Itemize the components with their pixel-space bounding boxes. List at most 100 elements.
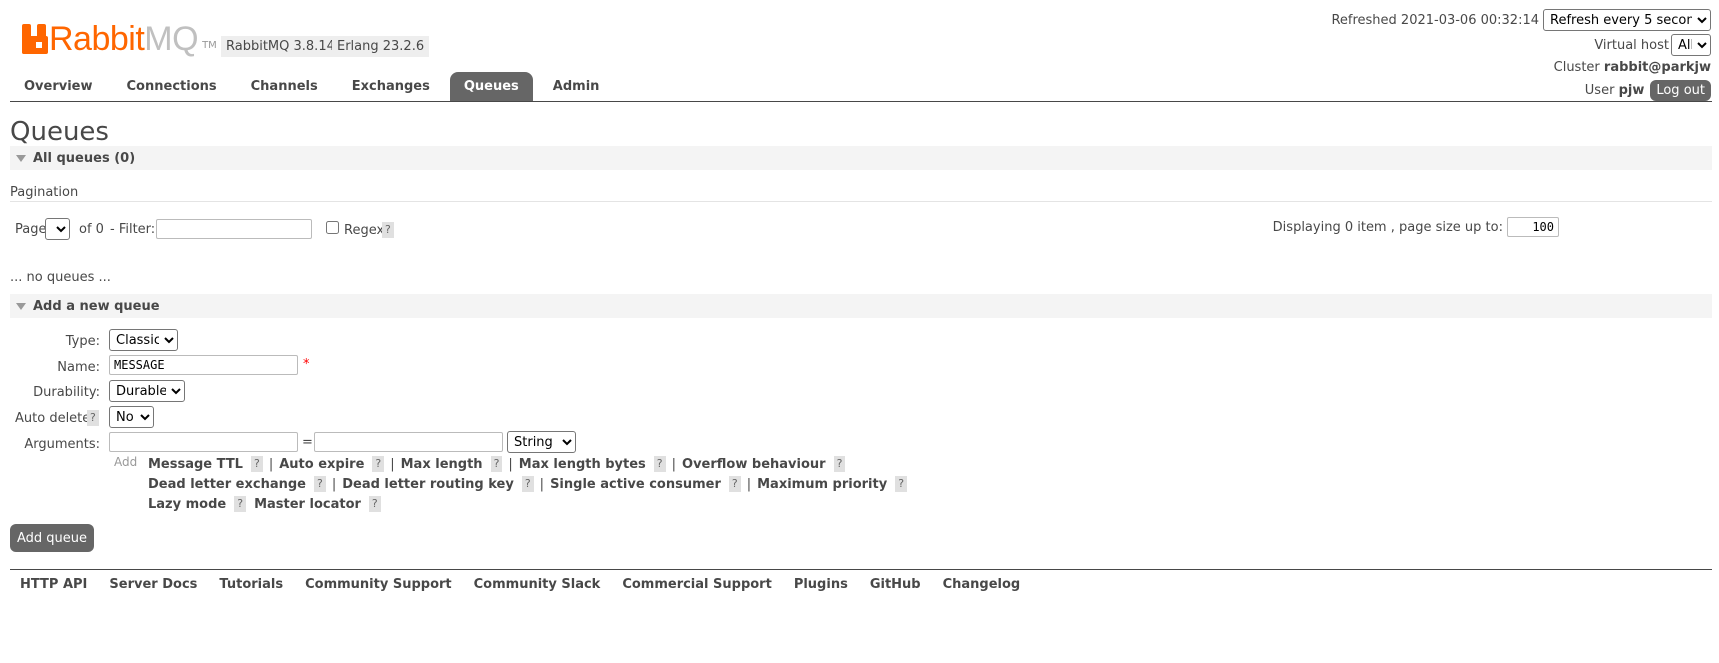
page-title: Queues — [10, 117, 109, 147]
max-length-help-icon[interactable]: ? — [490, 456, 503, 472]
separator: | — [331, 476, 337, 492]
argument-shortcuts-row: Lazy mode ? Master locator ? — [148, 496, 381, 512]
shortcut-lazy-mode[interactable]: Lazy mode — [148, 497, 226, 512]
shortcut-auto-expire[interactable]: Auto expire — [279, 457, 364, 472]
user-label: User — [1584, 83, 1615, 98]
shortcut-max-length-bytes[interactable]: Max length bytes — [519, 457, 646, 472]
separator: | — [268, 456, 274, 472]
virtual-host-label: Virtual host — [1594, 38, 1669, 53]
erlang-version-badge: Erlang 23.2.6 — [332, 36, 430, 57]
user-info: User pjw Log out — [1585, 80, 1711, 101]
page-number-select[interactable] — [45, 218, 70, 240]
single-active-consumer-help-icon[interactable]: ? — [728, 476, 741, 492]
no-queues-message: ... no queues ... — [10, 270, 111, 285]
separator: | — [539, 476, 545, 492]
argument-shortcuts-row: Message TTL ? | Auto expire ? | Max leng… — [148, 456, 846, 472]
cluster-info: Cluster rabbit@parkjw — [1554, 60, 1711, 75]
nav-divider — [10, 101, 1712, 102]
auto-delete-select[interactable]: No — [109, 406, 154, 428]
argument-equals: = — [302, 435, 313, 450]
page-count-label: of 0 — [79, 222, 104, 237]
shortcut-dead-letter-exchange[interactable]: Dead letter exchange — [148, 477, 306, 492]
type-label: Type: — [65, 334, 100, 349]
footer-link-community-slack[interactable]: Community Slack — [474, 577, 601, 592]
auto-expire-help-icon[interactable]: ? — [372, 456, 385, 472]
collapse-triangle-icon — [16, 302, 26, 310]
pagination-divider — [10, 201, 1712, 202]
shortcut-dead-letter-routing-key[interactable]: Dead letter routing key — [342, 477, 514, 492]
cluster-name: rabbit@parkjw — [1603, 60, 1711, 75]
regex-checkbox[interactable] — [326, 221, 339, 234]
shortcut-maximum-priority[interactable]: Maximum priority — [757, 477, 887, 492]
page-label: Page — [15, 222, 47, 237]
tab-connections[interactable]: Connections — [113, 72, 231, 102]
pagination-heading: Pagination — [10, 185, 79, 200]
username: pjw — [1618, 83, 1645, 98]
add-queue-heading: Add a new queue — [33, 298, 160, 314]
rabbit-logo-icon — [22, 24, 48, 54]
separator: | — [390, 456, 395, 472]
add-queue-button[interactable]: Add queue — [10, 524, 95, 552]
shortcut-master-locator[interactable]: Master locator — [254, 497, 361, 512]
separator: | — [508, 456, 513, 472]
add-queue-section-toggle[interactable]: Add a new queue — [10, 294, 1712, 318]
footer-link-commercial-support[interactable]: Commercial Support — [622, 577, 772, 592]
footer-link-changelog[interactable]: Changelog — [943, 577, 1021, 592]
virtual-host-select[interactable]: All — [1671, 34, 1711, 56]
footer-link-tutorials[interactable]: Tutorials — [219, 577, 283, 592]
footer-links: HTTP API Server Docs Tutorials Community… — [20, 577, 1042, 592]
display-count-text: Displaying 0 item , page size up to: — [1272, 220, 1503, 235]
queue-type-select[interactable]: Classic — [109, 329, 178, 351]
footer-link-plugins[interactable]: Plugins — [794, 577, 848, 592]
name-label: Name: — [57, 360, 100, 375]
lazy-mode-help-icon[interactable]: ? — [234, 496, 247, 512]
all-queues-section-toggle[interactable]: All queues (0) — [10, 146, 1712, 170]
add-argument-label: Add — [114, 455, 138, 469]
separator: | — [671, 456, 677, 472]
argument-shortcuts-row: Dead letter exchange ? | Dead letter rou… — [148, 476, 908, 492]
tab-admin[interactable]: Admin — [539, 72, 614, 102]
auto-delete-label: Auto delete: — [15, 411, 95, 426]
tab-exchanges[interactable]: Exchanges — [338, 72, 444, 102]
master-locator-help-icon[interactable]: ? — [368, 496, 381, 512]
shortcut-single-active-consumer[interactable]: Single active consumer — [550, 477, 721, 492]
queue-name-input[interactable] — [109, 355, 298, 375]
filter-label: - Filter: — [110, 222, 156, 237]
message-ttl-help-icon[interactable]: ? — [250, 456, 263, 472]
page-size-input[interactable] — [1507, 217, 1559, 237]
rabbitmq-logo[interactable]: RabbitMQ TM — [22, 20, 217, 58]
shortcut-max-length[interactable]: Max length — [401, 457, 483, 472]
required-marker: * — [303, 357, 310, 372]
tab-channels[interactable]: Channels — [237, 72, 332, 102]
overflow-behaviour-help-icon[interactable]: ? — [833, 456, 846, 472]
tab-queues[interactable]: Queues — [449, 72, 533, 102]
auto-delete-help-icon[interactable]: ? — [87, 410, 99, 426]
refresh-interval-select[interactable]: Refresh every 5 seconds — [1543, 9, 1711, 31]
durability-label: Durability: — [33, 385, 100, 400]
argument-type-select[interactable]: String — [507, 431, 576, 453]
footer-link-community-support[interactable]: Community Support — [305, 577, 452, 592]
shortcut-overflow-behaviour[interactable]: Overflow behaviour — [682, 457, 826, 472]
footer-link-http-api[interactable]: HTTP API — [20, 577, 87, 592]
refreshed-timestamp: Refreshed 2021-03-06 00:32:14 — [1331, 13, 1539, 28]
tab-overview[interactable]: Overview — [10, 72, 107, 102]
trademark-mark: TM — [202, 40, 217, 51]
argument-value-input[interactable] — [314, 432, 503, 452]
footer-link-server-docs[interactable]: Server Docs — [109, 577, 197, 592]
argument-key-input[interactable] — [109, 432, 298, 452]
logout-button[interactable]: Log out — [1650, 80, 1711, 101]
footer-link-github[interactable]: GitHub — [870, 577, 921, 592]
footer-divider — [10, 569, 1712, 570]
maximum-priority-help-icon[interactable]: ? — [895, 476, 908, 492]
cluster-label: Cluster — [1553, 60, 1600, 75]
max-length-bytes-help-icon[interactable]: ? — [653, 456, 666, 472]
collapse-triangle-icon — [16, 154, 26, 162]
arguments-label: Arguments: — [24, 437, 100, 452]
dead-letter-routing-key-help-icon[interactable]: ? — [521, 476, 534, 492]
shortcut-message-ttl[interactable]: Message TTL — [148, 457, 243, 472]
filter-input[interactable] — [156, 219, 312, 239]
regex-help-icon[interactable]: ? — [382, 222, 394, 238]
logo-wordmark: RabbitMQ — [49, 20, 199, 58]
dead-letter-exchange-help-icon[interactable]: ? — [313, 476, 326, 492]
durability-select[interactable]: Durable — [109, 380, 185, 402]
